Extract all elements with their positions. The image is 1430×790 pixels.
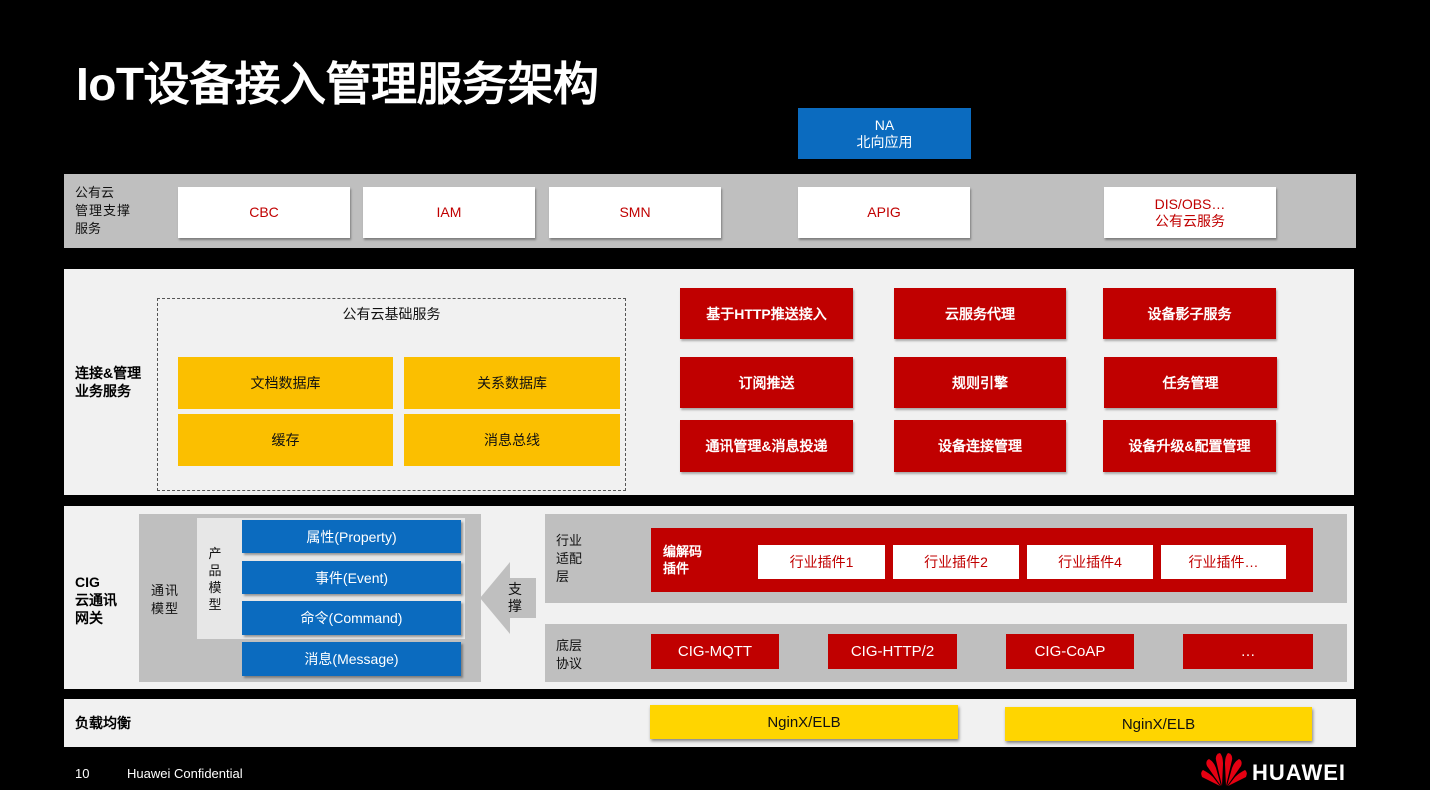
protocol-layer-label: 底层 协议 <box>556 638 583 671</box>
support-label: 支 撑 <box>508 581 522 614</box>
huawei-logo-icon <box>1201 753 1247 786</box>
service-rule-engine: 规则引擎 <box>894 357 1066 408</box>
model-event: 事件(Event) <box>242 561 461 594</box>
public-cloud-label: 公有云 管理支撑 服务 <box>75 185 132 236</box>
infra-cache: 缓存 <box>178 414 393 466</box>
industry-plugin-2: 行业插件2 <box>893 545 1019 579</box>
protocol-more: … <box>1183 634 1313 669</box>
na-sublabel: 北向应用 <box>856 133 913 150</box>
infra-document-db: 文档数据库 <box>178 357 393 409</box>
service-subscription-push: 订阅推送 <box>680 357 853 408</box>
na-northbound-app-box: NA 北向应用 <box>798 108 971 159</box>
load-balance-label: 负载均衡 <box>75 715 131 731</box>
infra-title: 公有云基础服务 <box>342 306 441 322</box>
service-task-management: 任务管理 <box>1104 357 1277 408</box>
service-comm-message-delivery: 通讯管理&消息投递 <box>680 420 853 472</box>
service-box-dis-obs: DIS/OBS… 公有云服务 <box>1104 187 1276 238</box>
service-box-apig: APIG <box>798 187 970 238</box>
industry-layer-label: 行业 适配 层 <box>556 533 583 584</box>
infra-relational-db: 关系数据库 <box>404 357 620 409</box>
service-device-upgrade-config: 设备升级&配置管理 <box>1103 420 1276 472</box>
product-model-label: 产 品 模 型 <box>208 546 222 612</box>
comm-model-label: 通讯 模型 <box>151 583 180 616</box>
page-number: 10 <box>75 766 90 781</box>
service-http-push-access: 基于HTTP推送接入 <box>680 288 853 339</box>
protocol-cig-mqtt: CIG-MQTT <box>651 634 779 669</box>
service-box-smn: SMN <box>549 187 721 238</box>
huawei-brand-text: HUAWEI <box>1252 760 1346 785</box>
protocol-cig-http2: CIG-HTTP/2 <box>828 634 957 669</box>
industry-plugin-more: 行业插件… <box>1161 545 1286 579</box>
confidential-text: Huawei Confidential <box>127 766 243 781</box>
protocol-cig-coap: CIG-CoAP <box>1006 634 1134 669</box>
service-cloud-proxy: 云服务代理 <box>894 288 1066 339</box>
codec-plugin-label: 编解码 插件 <box>663 544 703 576</box>
service-device-shadow: 设备影子服务 <box>1103 288 1276 339</box>
industry-plugin-1: 行业插件1 <box>758 545 885 579</box>
model-command: 命令(Command) <box>242 601 461 635</box>
model-message: 消息(Message) <box>242 642 461 676</box>
service-box-cbc: CBC <box>178 187 350 238</box>
service-box-iam: IAM <box>363 187 535 238</box>
page-title: IoT设备接入管理服务架构 <box>76 58 599 110</box>
infra-message-bus: 消息总线 <box>404 414 620 466</box>
lb-nginx-elb-2: NginX/ELB <box>1005 707 1312 741</box>
na-label: NA <box>874 116 895 133</box>
lb-nginx-elb-1: NginX/ELB <box>650 705 958 739</box>
industry-plugin-4: 行业插件4 <box>1027 545 1153 579</box>
connect-mgmt-label: 连接&管理 业务服务 <box>75 365 142 399</box>
model-property: 属性(Property) <box>242 520 461 553</box>
service-device-connection: 设备连接管理 <box>894 420 1066 472</box>
cig-label: CIG 云通讯 网关 <box>75 574 117 626</box>
